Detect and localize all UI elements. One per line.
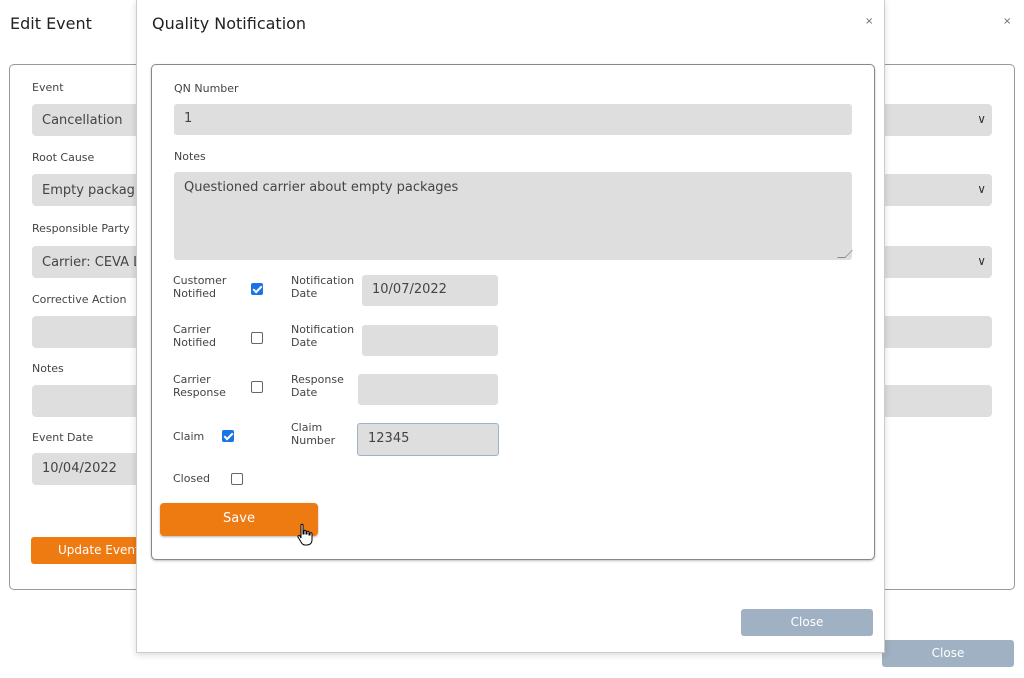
closed-label: Closed [173, 472, 210, 485]
carrier-notified-label-line1: Carrier [173, 323, 211, 336]
quality-notification-close-button[interactable]: Close [741, 609, 873, 636]
carrier-notified-label-line2: Notified [173, 336, 217, 349]
edit-event-close-button[interactable]: Close [882, 640, 1014, 667]
carrier-notification-date-label-line2: Date [291, 336, 318, 349]
response-date-label-line1: Response [291, 373, 344, 386]
carrier-response-label: Carrier Response [173, 373, 226, 399]
carrier-notification-date-label-line1: Notification [291, 323, 355, 336]
claim-number-label-line2: Number [291, 434, 336, 447]
customer-notified-checkbox[interactable] [251, 283, 263, 295]
root-cause-label: Root Cause [32, 151, 95, 164]
carrier-notification-date-label: Notification Date [291, 323, 354, 349]
closed-checkbox[interactable] [231, 473, 243, 485]
carrier-response-label-line1: Carrier [173, 373, 211, 386]
notes-textarea[interactable]: Questioned carrier about empty packages [174, 172, 853, 260]
corrective-action-label: Corrective Action [32, 293, 127, 306]
customer-notification-date-label-line2: Date [291, 287, 318, 300]
qn-number-input[interactable]: 1 [174, 104, 852, 135]
root-cause-select-value: Empty packag [42, 183, 135, 198]
customer-notification-date-input[interactable]: 10/07/2022 [362, 275, 498, 306]
carrier-response-checkbox[interactable] [251, 381, 263, 393]
claim-number-input[interactable]: 12345 [357, 423, 499, 456]
claim-label: Claim [173, 430, 205, 443]
chevron-down-icon: ∨ [977, 254, 986, 268]
close-icon[interactable]: × [865, 16, 873, 27]
edit-event-close-icon[interactable]: × [1003, 16, 1011, 27]
claim-number-label: Claim Number [291, 421, 335, 447]
customer-notified-label-line2: Notified [173, 287, 217, 300]
quality-notification-title: Quality Notification [152, 14, 307, 33]
event-notes-label: Notes [32, 362, 64, 375]
edit-event-title: Edit Event [10, 14, 92, 33]
chevron-down-icon: ∨ [977, 112, 986, 126]
responsible-party-select-value: Carrier: CEVA L [42, 255, 141, 270]
response-date-label: Response Date [291, 373, 344, 399]
event-select-value: Cancellation [42, 113, 123, 128]
claim-checkbox[interactable] [222, 430, 234, 442]
carrier-notified-label: Carrier Notified [173, 323, 216, 349]
quality-notification-modal: Quality Notification × QN Number 1 Notes… [136, 0, 885, 653]
qn-number-label: QN Number [174, 82, 239, 95]
customer-notified-label: Customer Notified [173, 274, 226, 300]
chevron-down-icon: ∨ [977, 182, 986, 196]
carrier-notification-date-input[interactable] [362, 325, 498, 356]
customer-notification-date-label: Notification Date [291, 274, 354, 300]
resize-grip-icon[interactable] [837, 250, 853, 258]
event-date-input[interactable]: 10/04/2022 [32, 453, 142, 485]
notes-label: Notes [174, 150, 206, 163]
update-event-button[interactable]: Update Event [31, 537, 151, 564]
response-date-label-line2: Date [291, 386, 318, 399]
responsible-party-label: Responsible Party [32, 222, 130, 235]
event-date-label: Event Date [32, 431, 94, 444]
quality-notification-panel: QN Number 1 Notes Questioned carrier abo… [151, 64, 875, 560]
customer-notification-date-label-line1: Notification [291, 274, 355, 287]
claim-number-label-line1: Claim [291, 421, 323, 434]
response-date-input[interactable] [358, 374, 498, 405]
carrier-notified-checkbox[interactable] [251, 332, 263, 344]
hand-pointer-cursor-icon [297, 523, 313, 546]
notes-value: Questioned carrier about empty packages [184, 180, 459, 195]
carrier-response-label-line2: Response [173, 386, 226, 399]
event-label: Event [32, 81, 64, 94]
customer-notified-label-line1: Customer [173, 274, 227, 287]
